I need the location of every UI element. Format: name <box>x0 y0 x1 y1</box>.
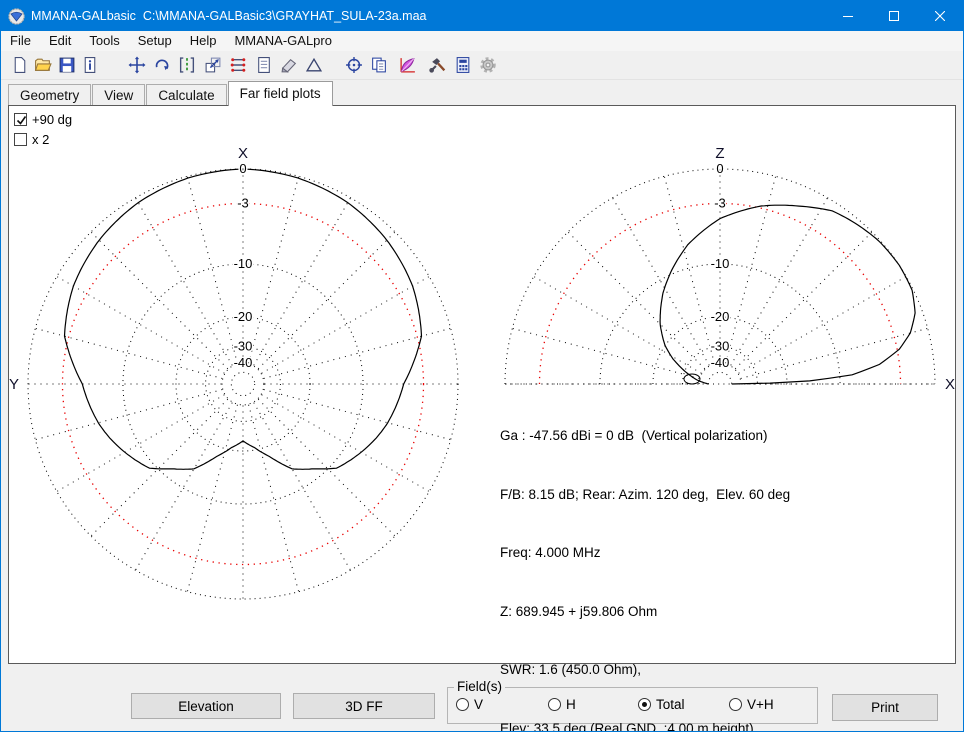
save-file-icon[interactable] <box>58 56 76 74</box>
menu-mmana-galpro[interactable]: MMANA-GALpro <box>225 31 341 51</box>
window-title: MMANA-GALbasic C:\MMANA-GALBasic3\GRAYHA… <box>31 9 427 23</box>
menu-bar: File Edit Tools Setup Help MMANA-GALpro <box>1 31 963 51</box>
toolbar <box>1 51 963 80</box>
gain-line: Ga : -47.56 dBi = 0 dB (Vertical polariz… <box>500 428 768 443</box>
ring-label--10: -10 <box>711 256 730 271</box>
axis-label-y: Y <box>9 376 19 393</box>
optimization-tools-icon[interactable] <box>429 56 447 74</box>
elevation-far-field-curve <box>659 204 916 385</box>
print-button[interactable]: Print <box>832 694 938 721</box>
swr-line: SWR: 1.6 (450.0 Ohm), <box>500 662 642 677</box>
menu-tools[interactable]: Tools <box>80 31 128 51</box>
tab-bar: Geometry View Calculate Far field plots <box>1 80 963 106</box>
elevation-far-field-origin-loop <box>683 373 701 385</box>
tab-far-field-plots[interactable]: Far field plots <box>227 81 333 106</box>
close-button[interactable] <box>917 1 963 31</box>
app-window: MMANA-GALbasic C:\MMANA-GALBasic3\GRAYHA… <box>0 0 964 732</box>
x2-label: x 2 <box>32 132 50 147</box>
impedance-line: Z: 689.945 + j59.806 Ohm <box>500 603 658 619</box>
add-element-icon[interactable] <box>305 56 323 74</box>
app-icon <box>8 8 25 25</box>
ring-label--40: -40 <box>234 355 253 370</box>
options-gear-icon[interactable] <box>479 56 497 74</box>
plus90-label: +90 dg <box>32 112 73 127</box>
maximize-button[interactable] <box>871 1 917 31</box>
far-field-plot-panel: 0 -3 -10 -20 -30 -40 X Y 0 -3 -10 -20 -30 -40 Z X +90 d… <box>8 105 956 731</box>
elevation-line: Elev: 33.5 deg (Real GND :4.00 m height) <box>500 720 754 732</box>
front-to-back-line: F/B: 8.15 dB; Rear: Azim. 120 deg, Elev.… <box>500 486 791 502</box>
ring-label-0: 0 <box>716 161 723 176</box>
plus90-checkbox[interactable] <box>14 113 27 126</box>
ring-label--20: -20 <box>711 309 730 324</box>
plus90-option[interactable]: +90 dg <box>14 112 72 127</box>
axis-label-z: Z <box>715 145 724 162</box>
center-view-icon[interactable] <box>345 56 363 74</box>
axis-label-x: X <box>945 376 955 393</box>
result-summary: Ga : -47.56 dBi = 0 dB (Vertical polariz… <box>500 387 791 732</box>
move-view-icon[interactable] <box>128 56 146 74</box>
3d-ff-button[interactable]: 3D FF <box>293 693 435 719</box>
scale-view-icon[interactable] <box>204 56 222 74</box>
title-bar[interactable]: MMANA-GALbasic C:\MMANA-GALBasic3\GRAYHA… <box>1 1 963 31</box>
ring-label--30: -30 <box>234 339 253 354</box>
duplicate-icon[interactable] <box>370 56 388 74</box>
ring-label--20: -20 <box>234 309 253 324</box>
frequency-line: Freq: 4.000 MHz <box>500 545 601 560</box>
menu-edit[interactable]: Edit <box>40 31 80 51</box>
axis-label-x: X <box>238 145 248 162</box>
tab-geometry[interactable]: Geometry <box>8 84 92 105</box>
field-v-option[interactable]: V <box>456 697 483 712</box>
ring-label--3: -3 <box>714 195 726 210</box>
erase-icon[interactable] <box>280 56 298 74</box>
rotate-view-icon[interactable] <box>153 56 171 74</box>
elevation-button[interactable]: Elevation <box>131 693 281 719</box>
ring-label--30: -30 <box>711 339 730 354</box>
ring-label--40: -40 <box>711 355 730 370</box>
tab-calculate[interactable]: Calculate <box>146 84 227 105</box>
ring-label-0: 0 <box>239 161 246 176</box>
field-v-radio[interactable] <box>456 698 469 711</box>
file-info-icon[interactable] <box>81 56 99 74</box>
new-file-icon[interactable] <box>11 56 29 74</box>
x2-option[interactable]: x 2 <box>14 132 49 147</box>
wire-list-icon[interactable] <box>229 56 247 74</box>
menu-file[interactable]: File <box>1 31 40 51</box>
tab-view[interactable]: View <box>92 84 146 105</box>
ring-label--3: -3 <box>237 195 249 210</box>
open-file-icon[interactable] <box>34 56 52 74</box>
view-definitions-icon[interactable] <box>255 56 273 74</box>
bottom-bar: Elevation 3D FF Field(s) V H Total V+H P… <box>1 664 963 731</box>
minimize-button[interactable] <box>825 1 871 31</box>
far-field-plots-canvas: 0-3-10-20-30-40XY0-3-10-20-30-40ZX <box>9 144 955 600</box>
fields-group-label: Field(s) <box>454 679 506 694</box>
menu-help[interactable]: Help <box>181 31 226 51</box>
ring-label--10: -10 <box>234 256 253 271</box>
far-field-pattern-icon[interactable] <box>399 56 417 74</box>
menu-setup[interactable]: Setup <box>129 31 181 51</box>
calculate-icon[interactable] <box>454 56 472 74</box>
x2-checkbox[interactable] <box>14 133 27 146</box>
field-v-label: V <box>474 697 484 712</box>
edit-wire-icon[interactable] <box>178 56 196 74</box>
